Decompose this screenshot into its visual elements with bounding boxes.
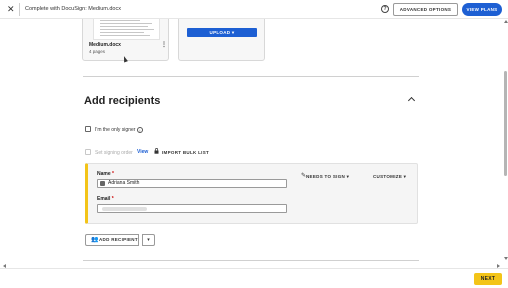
top-bar: ✕ Complete with DocuSign: Medium.docx ? … <box>0 0 508 19</box>
import-list-icon <box>154 148 159 154</box>
envelope-title: Complete with DocuSign: Medium.docx <box>25 6 121 12</box>
customize-dropdown[interactable]: CUSTOMIZE ▾ <box>373 174 406 180</box>
view-link[interactable]: View <box>137 149 148 155</box>
import-bulk-list-link[interactable]: IMPORT BULK LIST <box>162 150 209 155</box>
chevron-up-icon[interactable] <box>407 96 416 105</box>
document-name: Medium.docx <box>89 42 121 48</box>
scroll-up-icon[interactable] <box>504 20 508 23</box>
add-recipient-label: ADD RECIPIENT <box>99 237 138 242</box>
section-title: Add recipients <box>84 95 161 107</box>
email-field-label: Email * <box>97 196 114 202</box>
main-content: Medium.docx 4 pages ⋮ UPLOAD ▾ Add recip… <box>0 19 503 263</box>
scrollbar-thumb[interactable] <box>504 71 507 176</box>
document-thumbnail <box>93 19 160 40</box>
name-field[interactable]: Adriana Smith <box>97 179 287 188</box>
document-page-count: 4 pages <box>89 49 106 54</box>
add-user-icon: 👥 <box>91 237 99 243</box>
section-divider <box>83 260 419 261</box>
role-dropdown[interactable]: NEEDS TO SIGN ▾ <box>306 174 349 180</box>
next-button[interactable]: NEXT <box>474 273 502 285</box>
add-recipient-button[interactable]: 👥 ADD RECIPIENT <box>85 234 139 246</box>
close-icon[interactable]: ✕ <box>7 4 15 14</box>
scroll-down-icon[interactable] <box>504 257 508 260</box>
view-plans-button[interactable]: VIEW PLANS <box>462 3 502 16</box>
header-divider <box>19 3 20 16</box>
email-field[interactable] <box>97 204 287 213</box>
email-redacted <box>102 207 147 211</box>
upload-label: UPLOAD <box>209 30 231 35</box>
help-icon[interactable]: ? <box>381 5 389 13</box>
advanced-options-button[interactable]: ADVANCED OPTIONS <box>393 3 458 16</box>
caret-down-icon: ▾ <box>231 30 235 35</box>
name-field-label: Name * <box>97 171 114 177</box>
more-options-icon[interactable]: ⋮ <box>161 42 167 48</box>
footer-bar: NEXT <box>0 268 508 288</box>
only-signer-label: I'm the only signer <box>95 127 136 133</box>
info-icon[interactable]: i <box>137 127 143 133</box>
recipient-card: Name * Adriana Smith Email * ✎ NEEDS TO … <box>85 163 418 224</box>
signing-order-label: Set signing order <box>95 150 133 156</box>
contact-icon[interactable] <box>100 181 105 186</box>
upload-button[interactable]: UPLOAD ▾ <box>187 28 257 37</box>
section-divider <box>83 76 419 77</box>
upload-card: UPLOAD ▾ <box>178 19 265 61</box>
name-value: Adriana Smith <box>108 180 140 186</box>
only-signer-checkbox[interactable] <box>85 126 91 132</box>
add-recipient-dropdown[interactable]: ▾ <box>142 234 155 246</box>
vertical-scrollbar[interactable] <box>503 19 508 263</box>
signing-order-checkbox[interactable] <box>85 149 91 155</box>
